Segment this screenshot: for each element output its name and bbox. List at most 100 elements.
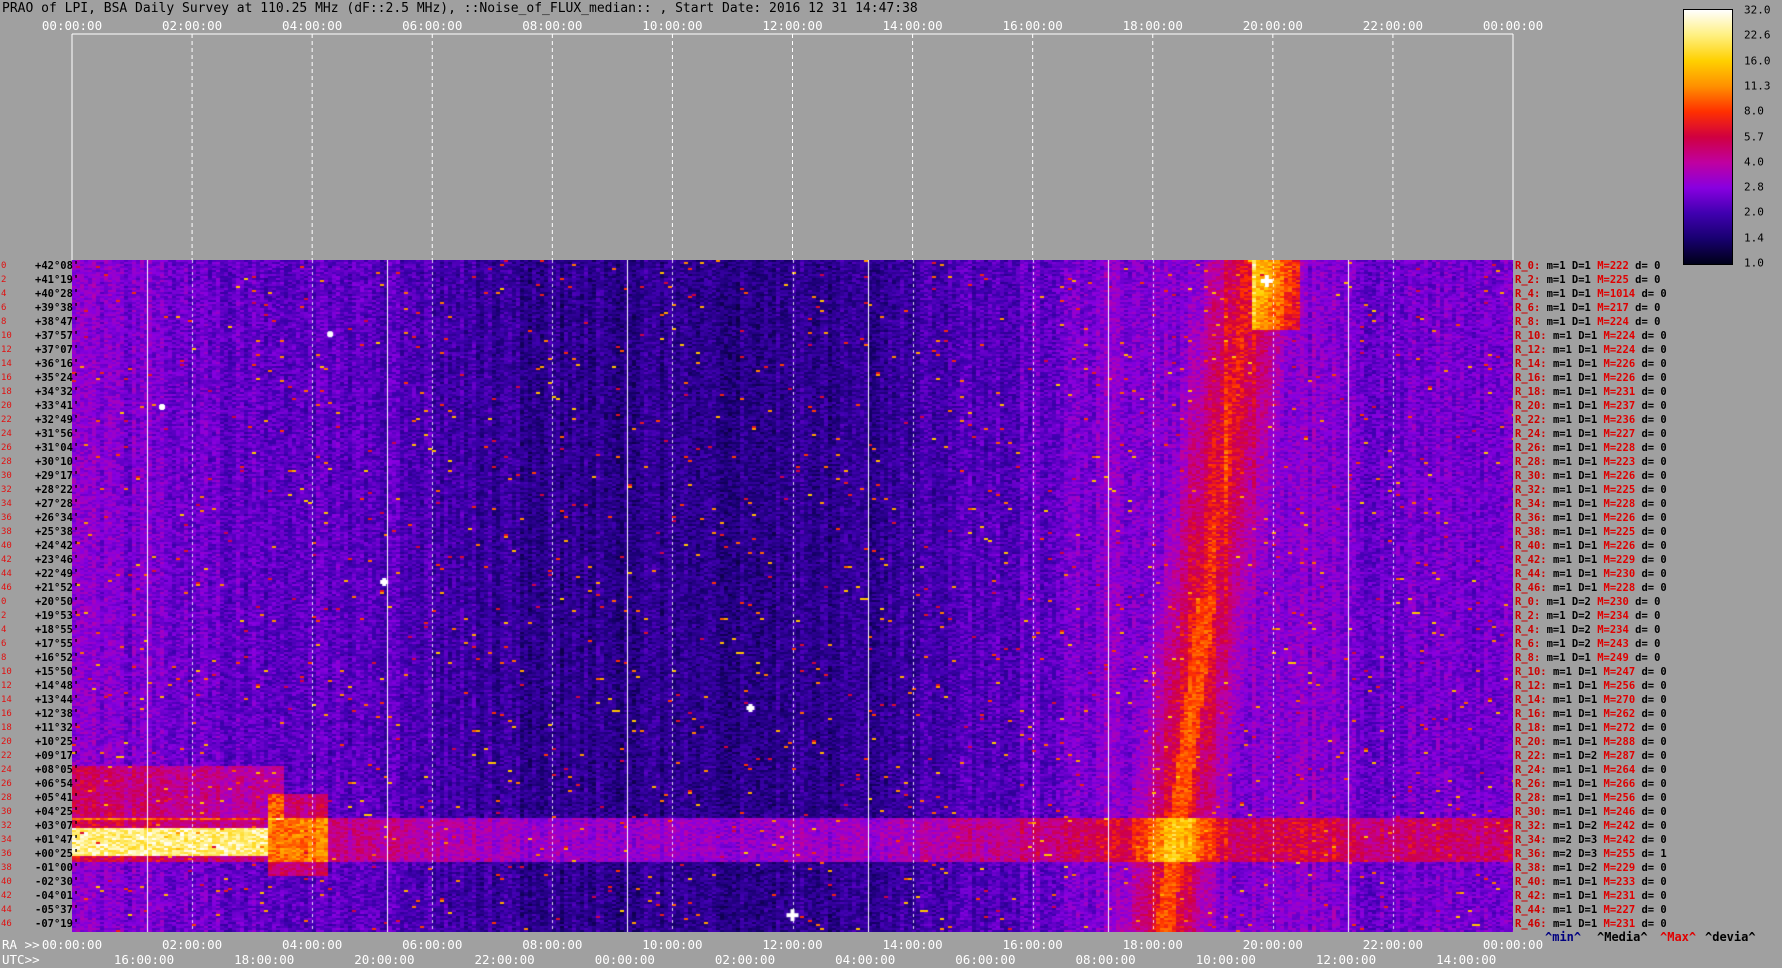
row-index: 6 [1,303,7,313]
row-stat-d: d= 0 [1635,596,1661,608]
row-stat: R_20: m=1 D=1 M=237 d= 0 [1515,401,1667,412]
ra-tick-label: 22:00:00 [1362,937,1424,952]
row-stat: R_42: m=1 D=1 M=229 d= 0 [1515,555,1667,566]
colorbar-tick-label: 1.4 [1744,231,1764,245]
row-stat-d: d= 0 [1641,722,1667,734]
declination-value: +10°25' [35,736,80,748]
row-stat: R_36: m=2 D=3 M=255 d= 1 [1515,849,1667,860]
row-stat: R_44: m=1 D=1 M=230 d= 0 [1515,569,1667,580]
footer-min: ^min^ [1545,930,1582,944]
row-stat-d: D=2 [1578,820,1604,832]
row-index: 4 [1,625,7,635]
row-stat-r: R_44: [1515,568,1553,580]
row-stat-m: M=228 [1603,582,1642,594]
declination-value: +33°41' [35,400,80,412]
row-stat: R_32: m=1 D=2 M=242 d= 0 [1515,821,1667,832]
declination-value: +01°47' [35,834,80,846]
row-stat-m: m=1 [1552,792,1579,804]
declination-value: +39°38' [35,302,80,314]
row-index: 0 [1,597,7,607]
row-stat-r: R_10: [1515,666,1553,678]
declination-value: +04°25' [35,806,80,818]
declination-value: +42°08' [35,260,80,272]
row-stat-m: M=288 [1603,736,1642,748]
row-stat-r: R_42: [1515,554,1553,566]
row-stat-r: R_22: [1515,750,1553,762]
row-stat-m: m=2 [1552,834,1579,846]
row-stat-d: D=2 [1578,862,1604,874]
row-stat-d: d= 0 [1641,750,1667,762]
row-stat: R_28: m=1 D=1 M=223 d= 0 [1515,457,1667,468]
row-stat-m: M=237 [1603,400,1642,412]
row-stat-d: d= 0 [1641,666,1667,678]
row-stat: R_6: m=1 D=2 M=243 d= 0 [1515,639,1660,650]
row-stat-m: m=1 [1552,330,1579,342]
colorbar-tick-label: 5.7 [1744,130,1764,143]
row-stat-d: D=3 [1578,848,1604,860]
row-stat: R_14: m=1 D=1 M=226 d= 0 [1515,359,1667,370]
row-stat-m: m=2 [1552,848,1579,860]
heatmap-canvas[interactable] [72,260,1513,932]
row-stat-m: M=231 [1603,386,1642,398]
row-stat: R_38: m=1 D=1 M=225 d= 0 [1515,527,1667,538]
row-stat-m: m=1 [1552,498,1579,510]
row-stat-d: d= 0 [1641,792,1667,804]
row-index: 26 [1,443,12,453]
row-stat-m: M=229 [1603,554,1642,566]
row-stat-m: M=230 [1597,596,1636,608]
row-stat-d: D=1 [1571,274,1598,286]
row-stat-m: M=249 [1597,652,1636,664]
row-stat-d: D=2 [1578,750,1604,762]
row-index: 28 [1,457,12,467]
row-stat-d: d= 0 [1641,330,1667,342]
declination-value: +23°46' [35,554,80,566]
row-stat: R_18: m=1 D=1 M=231 d= 0 [1515,387,1667,398]
declination-value: +26°34' [35,512,80,524]
row-stat-m: M=224 [1597,316,1636,328]
row-stat-d: D=1 [1578,806,1604,818]
row-stat: R_30: m=1 D=1 M=226 d= 0 [1515,471,1667,482]
declination-value: +11°32' [35,722,80,734]
row-stat-m: m=1 [1552,582,1579,594]
declination-value: -07°19' [35,918,80,930]
row-stat-d: d= 0 [1641,778,1667,790]
row-stat-d: D=1 [1578,722,1604,734]
row-stat-m: m=1 [1552,344,1579,356]
row-stat-m: M=242 [1603,834,1642,846]
row-stat-d: d= 0 [1641,428,1667,440]
row-stat-m: M=1014 [1597,288,1642,300]
row-stat-d: d= 0 [1641,764,1667,776]
row-stat-m: M=228 [1603,498,1642,510]
row-stat: R_40: m=1 D=1 M=233 d= 0 [1515,877,1667,888]
row-stat-d: D=1 [1578,666,1604,678]
row-stat-m: m=1 [1546,610,1572,622]
row-stat-d: D=1 [1578,414,1604,426]
row-stat-m: m=1 [1552,764,1579,776]
row-stat: R_42: m=1 D=1 M=231 d= 0 [1515,891,1667,902]
row-stat-m: M=226 [1603,358,1642,370]
row-stat-d: D=1 [1578,484,1604,496]
row-stat-d: D=1 [1571,288,1598,300]
row-stat-r: R_2: [1515,274,1547,286]
row-stat-r: R_34: [1515,498,1553,510]
ra-axis-label: RA >> [2,937,40,952]
row-stat-d: D=1 [1578,498,1604,510]
row-stat-d: d= 0 [1641,554,1667,566]
row-stat-m: m=1 [1546,316,1572,328]
declination-value: -05°37' [35,904,80,916]
row-stat: R_12: m=1 D=1 M=256 d= 0 [1515,681,1667,692]
row-stat-d: D=1 [1578,890,1604,902]
declination-value: +05°41' [35,792,80,804]
row-stat: R_10: m=1 D=1 M=247 d= 0 [1515,667,1667,678]
row-stat-m: m=1 [1552,414,1579,426]
row-stat-m: m=1 [1546,596,1572,608]
declination-value: +34°32' [35,386,80,398]
row-stat-r: R_10: [1515,330,1553,342]
row-stat-r: R_8: [1515,316,1547,328]
row-stat-d: D=1 [1578,876,1604,888]
row-stat: R_8: m=1 D=1 M=224 d= 0 [1515,317,1660,328]
declination-value: +06°54' [35,778,80,790]
colorbar-tick-label: 8.0 [1744,104,1764,118]
row-stat-d: D=1 [1571,316,1598,328]
footer-media: ^Media^ [1597,930,1648,944]
